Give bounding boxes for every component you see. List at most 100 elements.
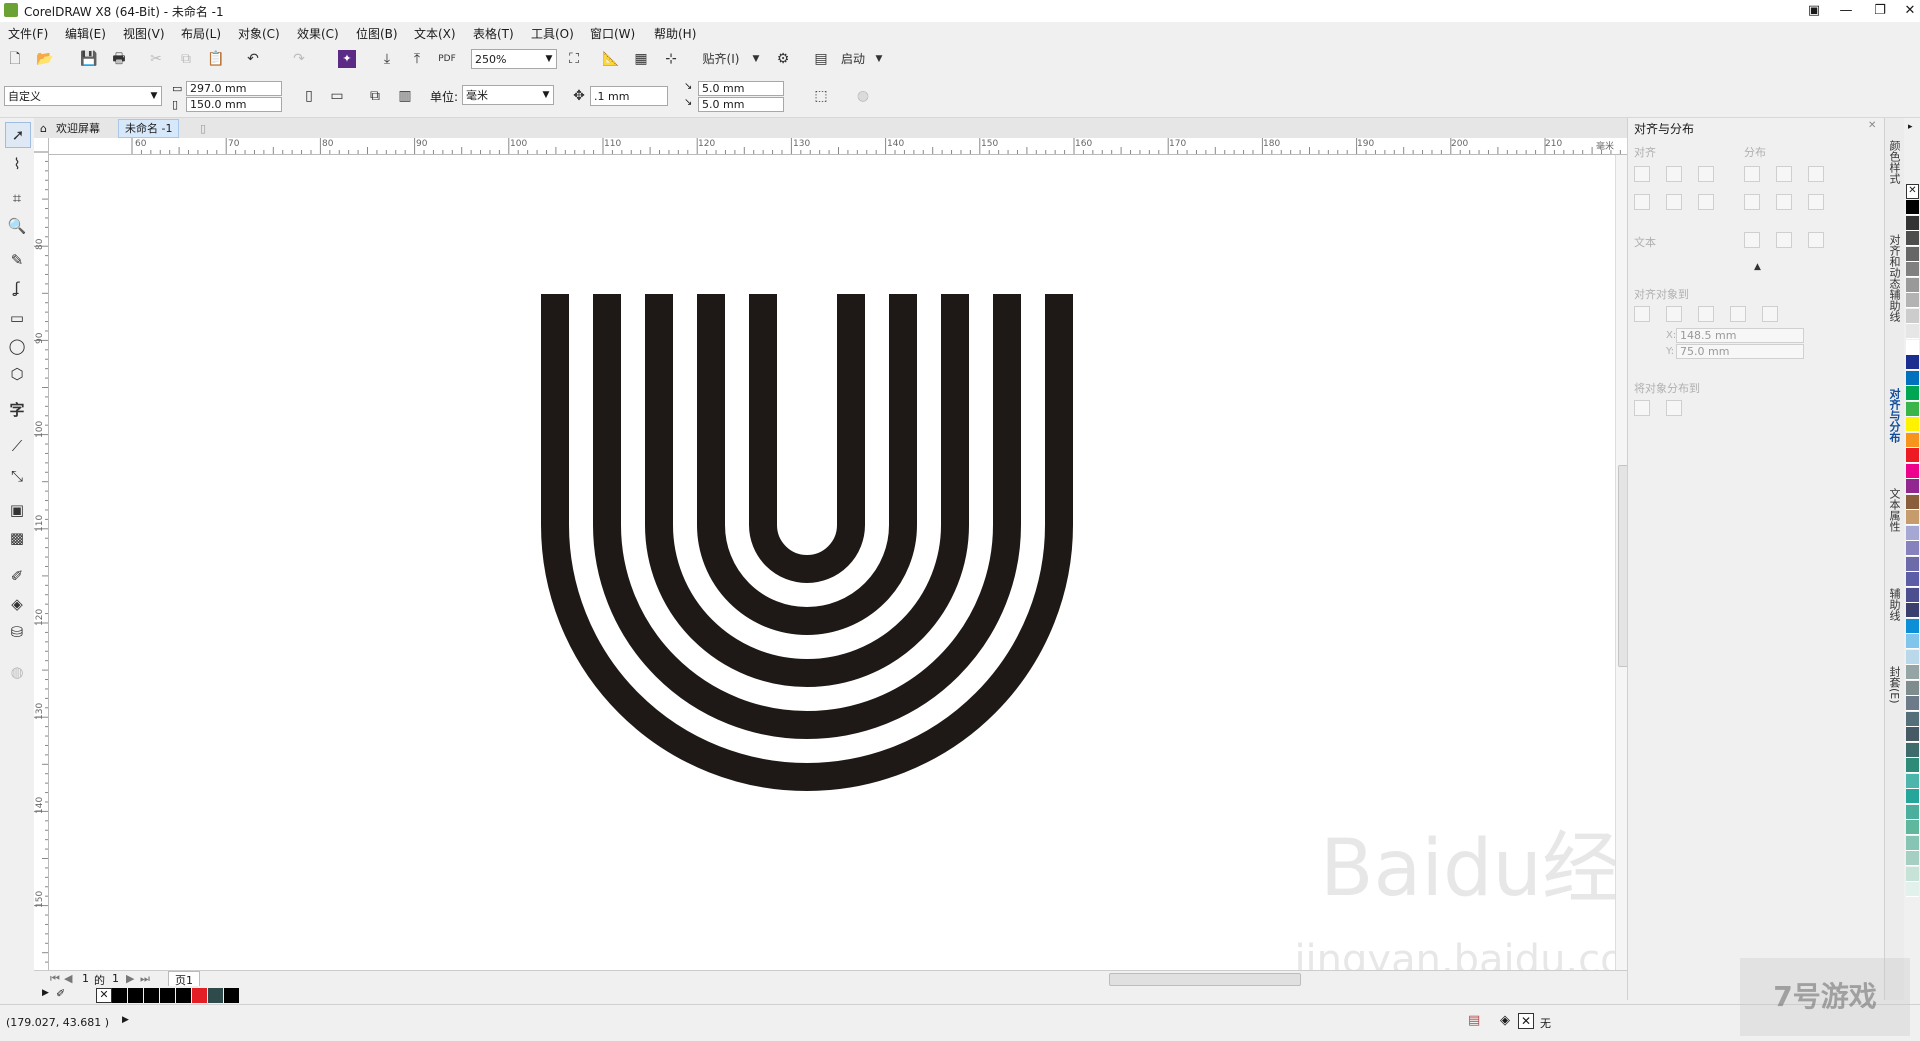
distribute-to-selection-icon[interactable] (1634, 400, 1650, 416)
document-palette-swatch[interactable] (128, 988, 143, 1003)
palette-swatch[interactable] (1906, 308, 1919, 324)
align-to-page-edge-icon[interactable] (1666, 306, 1682, 322)
side-tab-color-styles[interactable]: 颜色样式 (1888, 140, 1902, 184)
print-icon[interactable]: 🖶 (108, 48, 130, 70)
copy-icon[interactable]: ⧉ (175, 48, 197, 70)
palette-swatch[interactable] (1906, 510, 1919, 525)
customize-toolbox-icon[interactable]: ◍ (5, 660, 29, 684)
palette-swatch[interactable] (1906, 293, 1919, 308)
treat-as-filled-icon[interactable]: ⬚ (810, 85, 832, 107)
ellipse-tool-icon[interactable]: ◯ (5, 334, 29, 358)
align-to-page-center-icon[interactable] (1698, 306, 1714, 322)
menu-text[interactable]: 文本(X) (414, 25, 456, 42)
all-pages-icon[interactable]: ⧉ (364, 85, 386, 107)
current-page-icon[interactable]: ▥ (394, 85, 416, 107)
freehand-tool-icon[interactable]: ✎ (5, 248, 29, 272)
document-palette-swatch[interactable] (208, 988, 223, 1003)
palette-scroll-up-icon[interactable]: ▸ (1908, 122, 1913, 132)
open-folder-icon[interactable]: 📂 (34, 48, 56, 70)
menu-window[interactable]: 窗口(W) (590, 25, 635, 42)
side-tab-alignment-guides[interactable]: 对齐和动态辅助线 (1888, 234, 1902, 322)
last-page-icon[interactable]: ⏭ (140, 972, 150, 986)
u-stripes-artwork[interactable]: Baidu经验 jingyan.baidu.com (49, 155, 1615, 970)
palette-swatch[interactable] (1906, 556, 1919, 572)
fill-none-swatch[interactable]: ✕ (1518, 1013, 1534, 1029)
import-icon[interactable]: ⤓ (376, 48, 398, 70)
fill-bucket-icon[interactable]: ◈ (1500, 1013, 1510, 1028)
palette-swatch[interactable] (1906, 820, 1919, 835)
prev-page-icon[interactable]: ◀ (64, 972, 72, 985)
save-icon[interactable]: 💾 (78, 48, 100, 70)
distribute-top-icon[interactable] (1744, 194, 1760, 210)
full-screen-icon[interactable]: ⛶ (563, 48, 585, 70)
palette-swatch[interactable] (1906, 463, 1919, 479)
palette-swatch[interactable] (1906, 541, 1919, 556)
menu-file[interactable]: 文件(F) (8, 25, 48, 42)
side-tab-align-distribute[interactable]: 对齐与分布 (1888, 388, 1902, 443)
align-x-field[interactable]: 148.5 mm (1676, 328, 1804, 343)
show-rulers-icon[interactable]: 📐 (600, 48, 622, 70)
palette-swatch[interactable] (1906, 200, 1919, 215)
page-size-preset-combo[interactable]: 自定义 ▼ (4, 86, 162, 106)
palette-swatch[interactable] (1906, 479, 1919, 494)
menu-table[interactable]: 表格(T) (473, 25, 514, 42)
align-right-icon[interactable] (1698, 166, 1714, 182)
document-palette-swatch[interactable] (176, 988, 191, 1003)
search-content-icon[interactable]: ✦ (338, 50, 356, 68)
paste-icon[interactable]: 📋 (205, 48, 227, 70)
palette-swatch[interactable] (1906, 525, 1919, 541)
palette-swatch[interactable] (1906, 711, 1919, 727)
palette-swatch[interactable] (1906, 804, 1919, 820)
palette-swatch[interactable] (1906, 634, 1919, 649)
horizontal-ruler[interactable]: 60 70 80 90 100 110 120 130 140 150 160 … (48, 138, 1627, 155)
palette-swatch[interactable] (1906, 773, 1919, 789)
palette-swatch[interactable] (1906, 866, 1919, 882)
no-color-swatch[interactable]: ✕ (96, 988, 112, 1003)
connector-tool-icon[interactable]: ⤡ (5, 464, 29, 488)
document-palette-swatch[interactable] (112, 988, 127, 1003)
text-bbox-icon[interactable] (1808, 232, 1824, 248)
show-guidelines-icon[interactable]: ⊹ (660, 48, 682, 70)
color-proof-icon[interactable]: ▤ (1468, 1013, 1480, 1028)
palette-swatch[interactable] (1906, 231, 1919, 246)
document-palette-swatch[interactable] (224, 988, 239, 1003)
palette-swatch[interactable] (1906, 386, 1919, 401)
align-to-grid-icon[interactable] (1730, 306, 1746, 322)
text-first-baseline-icon[interactable] (1744, 232, 1760, 248)
show-grid-icon[interactable]: ▦ (630, 48, 652, 70)
page-height-field[interactable]: 150.0 mm (186, 97, 282, 112)
publish-pdf-icon[interactable]: PDF (436, 48, 458, 70)
align-center-v-icon[interactable] (1666, 194, 1682, 210)
close-button[interactable]: ✕ (1890, 0, 1920, 22)
drawing-canvas[interactable]: Baidu经验 jingyan.baidu.com (49, 155, 1615, 970)
palette-swatch[interactable] (1906, 696, 1919, 711)
palette-swatch[interactable] (1906, 649, 1919, 665)
app-launcher-icon[interactable]: ▤ (810, 48, 832, 70)
palette-swatch[interactable] (1906, 417, 1919, 432)
interactive-fill-tool-icon[interactable]: ◈ (5, 592, 29, 616)
transparency-tool-icon[interactable]: ▩ (5, 526, 29, 550)
collapse-up-icon[interactable]: ▲ (1754, 262, 1761, 272)
chevron-down-icon[interactable]: ▼ (868, 48, 890, 70)
duplicate-distance-y-field[interactable]: 5.0 mm (698, 97, 784, 112)
text-tool-icon[interactable]: 字 (5, 398, 29, 422)
cut-icon[interactable]: ✂ (145, 48, 167, 70)
menu-view[interactable]: 视图(V) (123, 25, 165, 42)
tab-welcome-screen[interactable]: 欢迎屏幕 (50, 120, 106, 137)
palette-no-color-swatch[interactable]: ✕ (1906, 184, 1919, 199)
palette-swatch[interactable] (1906, 262, 1919, 277)
chevron-down-icon[interactable]: ▼ (745, 48, 767, 70)
vertical-ruler[interactable]: 80 90 100 110 120 130 140 150 (34, 138, 49, 970)
text-last-baseline-icon[interactable] (1776, 232, 1792, 248)
smart-fill-tool-icon[interactable]: ⛁ (5, 620, 29, 644)
palette-swatch[interactable] (1906, 851, 1919, 866)
palette-swatch[interactable] (1906, 494, 1919, 510)
landscape-icon[interactable]: ▭ (326, 85, 348, 107)
horizontal-scroll-thumb[interactable] (1109, 973, 1301, 986)
palette-swatch[interactable] (1906, 277, 1919, 293)
docker-close-icon[interactable]: ✕ (1868, 120, 1876, 131)
palette-swatch[interactable] (1906, 215, 1919, 231)
duplicate-distance-x-field[interactable]: 5.0 mm (698, 81, 784, 96)
palette-swatch[interactable] (1906, 758, 1919, 773)
palette-swatch[interactable] (1906, 665, 1919, 680)
